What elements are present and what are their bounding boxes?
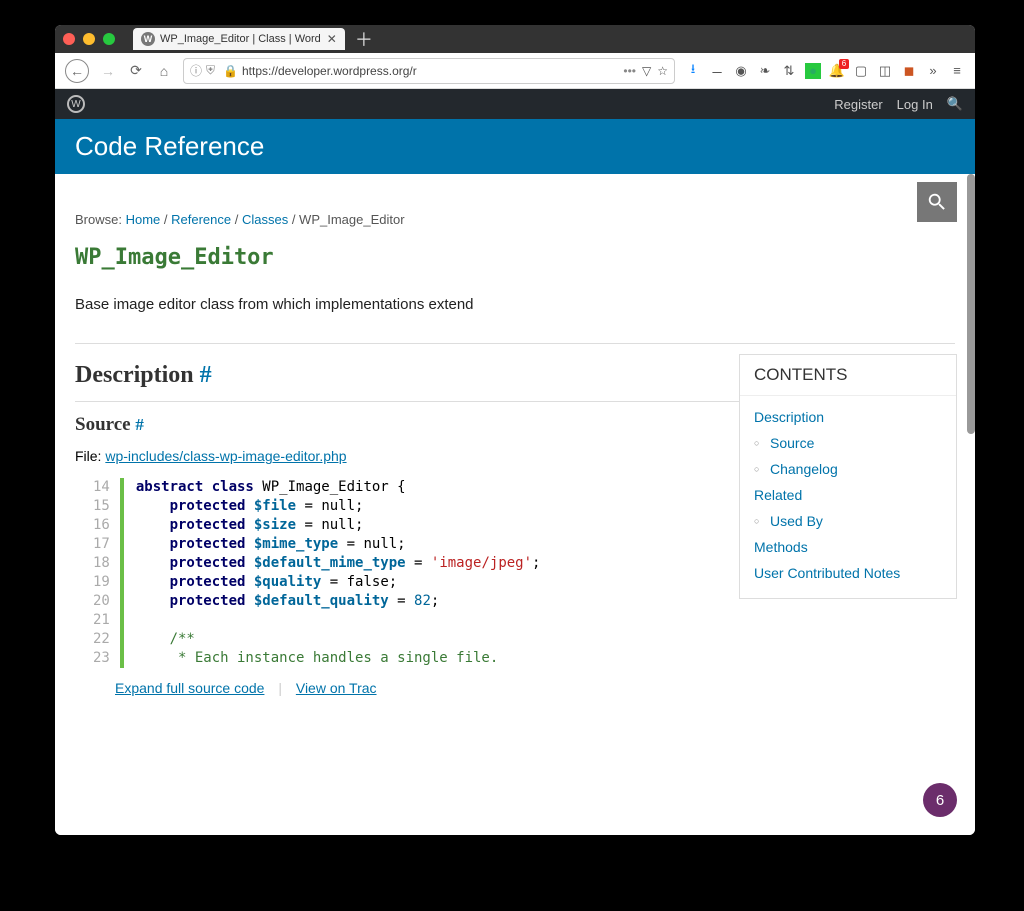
grammarly-icon[interactable]: ● (805, 63, 821, 79)
toolbar-extensions: ⭳ 𝍠 ◉ ❧ ⇅ ● 🔔6 ▢ ◫ ◼ » ≡ (685, 63, 965, 79)
new-tab-button[interactable]: ＋ (355, 26, 373, 52)
page-content: Browse: Home / Reference / Classes / WP_… (55, 174, 975, 835)
expand-source-link[interactable]: Expand full source code (115, 680, 264, 696)
back-button[interactable]: ← (65, 59, 89, 83)
more-icon[interactable]: ••• (623, 64, 636, 78)
breadcrumb-current: WP_Image_Editor (299, 212, 405, 227)
window-titlebar: W WP_Image_Editor | Class | Word ✕ ＋ (55, 25, 975, 53)
code-content: abstract class WP_Image_Editor { protect… (124, 478, 541, 668)
toc-item[interactable]: Used By (754, 508, 942, 534)
extension-1-icon[interactable]: ◉ (733, 63, 749, 79)
forward-button[interactable]: → (99, 62, 117, 80)
lock-icon: 🔒 (223, 64, 238, 78)
library-icon[interactable]: 𝍠 (709, 63, 725, 79)
address-bar: ← → ⟳ ⌂ ⓘ ⛨ 🔒 https://developer.wordpres… (55, 53, 975, 89)
bookmark-star-icon[interactable]: ☆ (657, 64, 668, 78)
line-numbers: 14151617181920212223 (93, 478, 120, 668)
maximize-window-button[interactable] (103, 33, 115, 45)
notification-bell-icon[interactable]: 🔔6 (829, 63, 845, 79)
site-title: Code Reference (75, 131, 264, 162)
register-link[interactable]: Register (834, 97, 882, 112)
page-summary: Base image editor class from which imple… (75, 296, 955, 313)
login-link[interactable]: Log In (897, 97, 933, 112)
notes-count-badge[interactable]: 6 (923, 783, 957, 817)
extension-3-icon[interactable]: ▢ (853, 63, 869, 79)
breadcrumb: Browse: Home / Reference / Classes / WP_… (75, 212, 955, 227)
divider (75, 343, 955, 344)
scrollbar[interactable] (967, 174, 975, 434)
toc-item[interactable]: User Contributed Notes (754, 560, 942, 586)
wp-admin-bar: W Register Log In 🔍 (55, 89, 975, 119)
browser-tab[interactable]: W WP_Image_Editor | Class | Word ✕ (133, 28, 345, 50)
source-file-link[interactable]: wp-includes/class-wp-image-editor.php (105, 448, 346, 464)
wordpress-logo-icon[interactable]: W (67, 95, 85, 113)
download-icon[interactable]: ⭳ (685, 63, 701, 79)
pocket-icon[interactable]: ▽ (642, 64, 651, 78)
page-title: WP_Image_Editor (75, 245, 955, 270)
breadcrumb-prefix: Browse: (75, 212, 122, 227)
toc-item[interactable]: Description (754, 404, 942, 430)
site-header: Code Reference (55, 119, 975, 174)
breadcrumb-link[interactable]: Reference (171, 212, 231, 227)
home-button[interactable]: ⌂ (155, 62, 173, 80)
breadcrumb-link[interactable]: Home (126, 212, 161, 227)
view-on-trac-link[interactable]: View on Trac (296, 680, 377, 696)
url-text: https://developer.wordpress.org/r (242, 64, 417, 78)
overflow-icon[interactable]: » (925, 63, 941, 79)
evernote-icon[interactable]: ❧ (757, 63, 773, 79)
toc-item[interactable]: Changelog (754, 456, 942, 482)
table-of-contents: CONTENTS DescriptionSourceChangelogRelat… (739, 354, 957, 599)
description-anchor-icon[interactable]: # (200, 362, 212, 388)
open-search-button[interactable] (917, 182, 957, 222)
minimize-window-button[interactable] (83, 33, 95, 45)
url-field[interactable]: ⓘ ⛨ 🔒 https://developer.wordpress.org/r … (183, 58, 675, 84)
source-anchor-icon[interactable]: # (135, 415, 144, 434)
extension-2-icon[interactable]: ⇅ (781, 63, 797, 79)
toc-item[interactable]: Source (754, 430, 942, 456)
reload-button[interactable]: ⟳ (127, 62, 145, 80)
tab-title: WP_Image_Editor | Class | Word (160, 33, 321, 45)
code-actions: Expand full source code | View on Trac (115, 680, 955, 696)
extension-4-icon[interactable]: ◼ (901, 63, 917, 79)
breadcrumb-link[interactable]: Classes (242, 212, 288, 227)
sidebar-icon[interactable]: ◫ (877, 63, 893, 79)
toc-item[interactable]: Related (754, 482, 942, 508)
toc-heading: CONTENTS (740, 355, 956, 396)
hamburger-menu-icon[interactable]: ≡ (949, 63, 965, 79)
wordpress-favicon-icon: W (141, 32, 155, 46)
toc-item[interactable]: Methods (754, 534, 942, 560)
close-tab-icon[interactable]: ✕ (327, 32, 337, 46)
browser-window: W WP_Image_Editor | Class | Word ✕ ＋ ← →… (55, 25, 975, 835)
info-icon[interactable]: ⓘ (190, 62, 202, 79)
close-window-button[interactable] (63, 33, 75, 45)
search-icon[interactable]: 🔍 (947, 96, 963, 112)
shield-icon[interactable]: ⛨ (206, 63, 215, 78)
